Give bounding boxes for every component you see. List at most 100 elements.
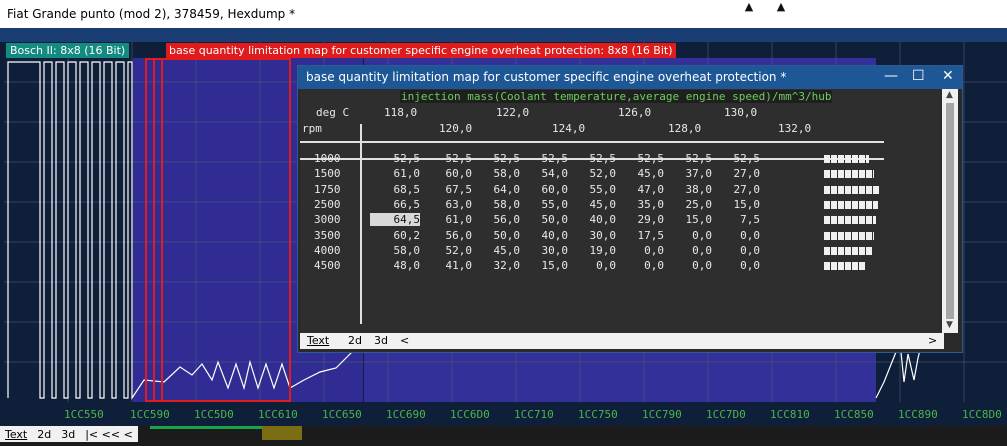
table-cell[interactable]: 0,0 xyxy=(710,244,760,257)
map-table: injection mass(Coolant temperature,avera… xyxy=(300,89,940,333)
address-tick: 1CC710 xyxy=(514,408,554,421)
table-cell[interactable]: 19,0 xyxy=(566,244,617,257)
window-titlebar: Fiat Grande punto (mod 2), 378459, Hexdu… xyxy=(0,0,1007,28)
table-cell[interactable]: 32,0 xyxy=(470,259,521,272)
address-tick: 1CC7D0 xyxy=(706,408,746,421)
nav-buttons[interactable]: |< << < xyxy=(80,428,138,441)
table-cell[interactable]: 0,0 xyxy=(662,259,712,272)
table-cell[interactable]: 52,0 xyxy=(422,244,473,257)
map-label: base quantity limitation map for custome… xyxy=(166,43,676,58)
table-cell[interactable]: 0,0 xyxy=(710,229,760,242)
table-cell[interactable]: 52,5 xyxy=(470,152,521,165)
table-cell[interactable]: 45,0 xyxy=(566,198,617,211)
vertical-scrollbar[interactable]: ▲ ▼ xyxy=(942,89,958,333)
table-cell[interactable]: 0,0 xyxy=(614,259,664,272)
position-thumb[interactable] xyxy=(262,426,302,440)
row-rpm-label: 2500 xyxy=(314,197,341,211)
table-cell[interactable]: 54,0 xyxy=(518,167,569,180)
table-cell[interactable]: 41,0 xyxy=(422,259,473,272)
x-axis-label: 132,0 xyxy=(778,122,812,135)
table-cell[interactable]: 55,0 xyxy=(566,183,617,196)
table-cell[interactable]: 52,5 xyxy=(370,152,421,165)
dialog-tab-text[interactable]: Text xyxy=(307,334,329,347)
scroll-left-icon[interactable]: < xyxy=(400,334,409,347)
table-cell[interactable]: 56,0 xyxy=(470,213,521,226)
table-cell[interactable]: 0,0 xyxy=(710,259,760,272)
table-cell[interactable]: 52,5 xyxy=(662,152,713,165)
address-tick: 1CC6D0 xyxy=(450,408,490,421)
table-cell[interactable]: 50,0 xyxy=(518,213,569,226)
table-cell[interactable]: 52,5 xyxy=(614,152,665,165)
scroll-right-icon[interactable]: > xyxy=(928,334,937,347)
address-tick: 1CC5D0 xyxy=(194,408,234,421)
table-cell[interactable]: 45,0 xyxy=(470,244,521,257)
table-cell[interactable]: 58,0 xyxy=(470,167,521,180)
selection-marker xyxy=(153,58,163,402)
dialog-titlebar: base quantity limitation map for custome… xyxy=(298,66,962,89)
scroll-thumb[interactable] xyxy=(946,103,954,319)
scroll-up-arrow-icon[interactable]: ▲ xyxy=(946,90,953,100)
table-cell[interactable]: 52,5 xyxy=(566,152,617,165)
table-cell[interactable]: 40,0 xyxy=(566,213,617,226)
table-cell[interactable]: 47,0 xyxy=(614,183,665,196)
table-cell[interactable]: 68,5 xyxy=(370,183,421,196)
scroll-down-arrow-icon[interactable]: ▼ xyxy=(946,320,953,330)
table-cell[interactable]: 0,0 xyxy=(614,244,664,257)
table-cell[interactable]: 61,0 xyxy=(422,213,473,226)
table-cell[interactable]: 58,0 xyxy=(470,198,521,211)
table-cell[interactable]: 29,0 xyxy=(614,213,665,226)
table-cell[interactable]: 64,0 xyxy=(470,183,521,196)
table-cell[interactable]: 27,0 xyxy=(710,167,761,180)
table-cell[interactable]: 40,0 xyxy=(518,229,569,242)
table-cell[interactable]: 25,0 xyxy=(662,198,713,211)
table-cell[interactable]: 67,5 xyxy=(422,183,473,196)
table-cell[interactable]: 35,0 xyxy=(614,198,665,211)
scroll-up-icon-2[interactable]: ▲ xyxy=(772,0,790,14)
scroll-up-icon[interactable]: ▲ xyxy=(740,0,758,14)
x-axis-label: 122,0 xyxy=(496,106,530,119)
table-cell[interactable]: 52,5 xyxy=(710,152,761,165)
table-cell[interactable]: 52,5 xyxy=(518,152,569,165)
table-cell[interactable]: 30,0 xyxy=(566,229,617,242)
dialog-tabbar: Text 2d 3d < > xyxy=(300,333,944,349)
table-cell[interactable]: 30,0 xyxy=(518,244,569,257)
table-cell[interactable]: 15,0 xyxy=(710,198,761,211)
table-cell[interactable]: 56,0 xyxy=(422,229,473,242)
tab-3d[interactable]: 3d xyxy=(56,428,80,441)
table-cell[interactable]: 15,0 xyxy=(662,213,713,226)
table-cell[interactable]: 61,0 xyxy=(370,167,421,180)
table-cell[interactable]: 55,0 xyxy=(518,198,569,211)
maximize-icon[interactable]: ☐ xyxy=(912,68,925,84)
row-separator xyxy=(360,124,362,324)
tab-text[interactable]: Text xyxy=(0,428,32,441)
table-cell[interactable]: 63,0 xyxy=(422,198,473,211)
table-cell[interactable]: 27,0 xyxy=(710,183,761,196)
table-cell[interactable]: 50,0 xyxy=(470,229,521,242)
table-cell[interactable]: 0,0 xyxy=(566,259,616,272)
table-cell[interactable]: 0,0 xyxy=(662,229,712,242)
table-cell[interactable]: 52,5 xyxy=(422,152,473,165)
address-tick: 1CC590 xyxy=(130,408,170,421)
table-cell[interactable]: 45,0 xyxy=(614,167,665,180)
table-cell[interactable]: 60,2 xyxy=(370,229,421,242)
selection-box xyxy=(145,58,291,402)
table-cell[interactable]: 64,5 xyxy=(370,213,420,227)
table-cell[interactable]: 60,0 xyxy=(518,183,569,196)
table-cell[interactable]: 37,0 xyxy=(662,167,713,180)
table-cell[interactable]: 52,0 xyxy=(566,167,617,180)
table-cell[interactable]: 38,0 xyxy=(662,183,713,196)
table-cell[interactable]: 48,0 xyxy=(370,259,421,272)
dialog-tab-2d[interactable]: 2d xyxy=(348,334,362,347)
table-cell[interactable]: 66,5 xyxy=(370,198,421,211)
minimize-icon[interactable]: — xyxy=(884,68,898,84)
address-tick: 1CC850 xyxy=(834,408,874,421)
table-cell[interactable]: 7,5 xyxy=(710,213,760,226)
table-cell[interactable]: 60,0 xyxy=(422,167,473,180)
dialog-tab-3d[interactable]: 3d xyxy=(374,334,388,347)
table-cell[interactable]: 0,0 xyxy=(662,244,712,257)
close-icon[interactable]: ✕ xyxy=(942,68,954,84)
table-cell[interactable]: 17,5 xyxy=(614,229,665,242)
table-cell[interactable]: 15,0 xyxy=(518,259,569,272)
tab-2d[interactable]: 2d xyxy=(32,428,56,441)
table-cell[interactable]: 58,0 xyxy=(370,244,421,257)
